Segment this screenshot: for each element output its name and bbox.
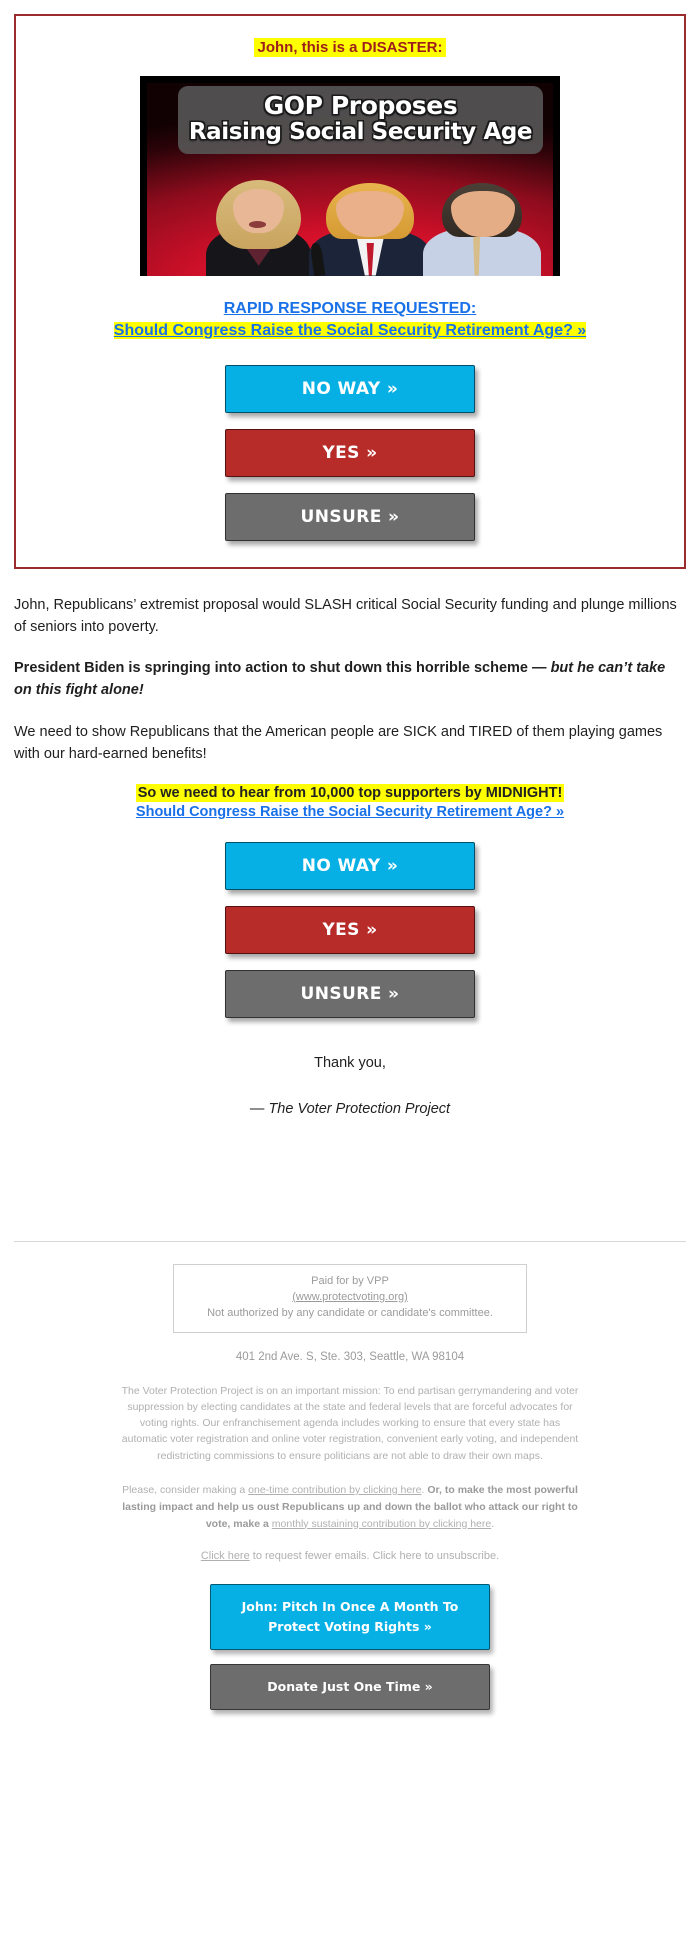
paid-for-box: Paid for by VPP (www.protectvoting.org) … xyxy=(173,1263,527,1333)
rapid-response-link[interactable]: RAPID RESPONSE REQUESTED: xyxy=(224,300,476,317)
not-authorized-text: Not authorized by any candidate or candi… xyxy=(207,1306,493,1319)
disaster-headline: John, this is a DISASTER: xyxy=(28,38,672,58)
hero-headline-line1: GOP Proposes xyxy=(263,90,458,120)
footer-donate-buttons: John: Pitch In Once A Month To Protect V… xyxy=(14,1584,686,1754)
thank-you-text: Thank you, xyxy=(314,1055,386,1072)
email-footer: Paid for by VPP (www.protectvoting.org) … xyxy=(0,1240,700,1755)
mission-statement: The Voter Protection Project is on an im… xyxy=(121,1384,579,1462)
ask-prefix: Please, consider making a xyxy=(122,1483,249,1496)
unsure-button[interactable]: UNSURE » xyxy=(225,492,475,541)
one-time-contribution-link[interactable]: one-time contribution by clicking here xyxy=(248,1484,421,1496)
cta-card: John, this is a DISASTER: GOP Proposes R… xyxy=(14,14,686,569)
footer-divider xyxy=(14,1240,686,1242)
signoff: Thank you, — The Voter Protection Projec… xyxy=(0,1052,700,1120)
paid-for-text: Paid for by VPP xyxy=(311,1274,389,1287)
second-poll-link-block: Should Congress Raise the Social Securit… xyxy=(0,804,700,820)
midnight-deadline-text: So we need to hear from 10,000 top suppo… xyxy=(135,784,565,803)
monthly-contribution-link[interactable]: monthly sustaining contribution by click… xyxy=(272,1518,491,1530)
hero-headline-line2: Raising Social Security Age xyxy=(188,118,533,145)
email-body: John, Republicans’ extremist proposal wo… xyxy=(14,595,686,766)
yes-button[interactable]: YES » xyxy=(225,428,475,477)
hero-headline-panel: GOP Proposes Raising Social Security Age xyxy=(177,85,544,155)
one-time-donate-button[interactable]: Donate Just One Time » xyxy=(210,1664,490,1711)
disaster-headline-text: John, this is a DISASTER: xyxy=(254,38,446,57)
mailing-address: 401 2nd Ave. S, Ste. 303, Seattle, WA 98… xyxy=(235,1350,465,1363)
fewer-emails-link[interactable]: Click here xyxy=(201,1550,250,1562)
midnight-deadline: So we need to hear from 10,000 top suppo… xyxy=(0,784,700,803)
poll-buttons-bottom: NO WAY » YES » UNSURE » xyxy=(0,842,700,1019)
figure-left xyxy=(204,179,314,276)
unsubscribe-text: to request fewer emails. Click here to u… xyxy=(249,1550,500,1563)
second-poll-question-link[interactable]: Should Congress Raise the Social Securit… xyxy=(136,804,564,820)
paragraph-2: President Biden is springing into action… xyxy=(14,658,686,702)
figure-right xyxy=(423,180,541,276)
paragraph-2-bold: President Biden is springing into action… xyxy=(14,660,547,677)
email-page: John, this is a DISASTER: GOP Proposes R… xyxy=(0,14,700,1754)
figure-center xyxy=(309,180,432,276)
poll-buttons-top: NO WAY » YES » UNSURE » xyxy=(28,364,672,541)
hero-figures xyxy=(147,179,553,276)
paragraph-1: John, Republicans’ extremist proposal wo… xyxy=(14,596,677,635)
unsure-button-2[interactable]: UNSURE » xyxy=(225,970,475,1019)
yes-button-2[interactable]: YES » xyxy=(225,906,475,955)
signature-text: — The Voter Protection Project xyxy=(249,1100,451,1117)
unsubscribe-line: Click here to request fewer emails. Clic… xyxy=(14,1550,686,1562)
ask-suffix: . xyxy=(491,1517,495,1530)
cta-link-block: RAPID RESPONSE REQUESTED: Should Congres… xyxy=(34,298,666,343)
no-way-button-2[interactable]: NO WAY » xyxy=(225,842,475,891)
donation-ask: Please, consider making a one-time contr… xyxy=(115,1482,585,1532)
hero-image: GOP Proposes Raising Social Security Age xyxy=(140,75,560,276)
poll-question-link[interactable]: Should Congress Raise the Social Securit… xyxy=(113,322,587,340)
paragraph-3: We need to show Republicans that the Ame… xyxy=(14,723,663,762)
website-link[interactable]: (www.protectvoting.org) xyxy=(292,1291,408,1303)
monthly-donate-button[interactable]: John: Pitch In Once A Month To Protect V… xyxy=(210,1584,490,1651)
no-way-button[interactable]: NO WAY » xyxy=(225,364,475,413)
